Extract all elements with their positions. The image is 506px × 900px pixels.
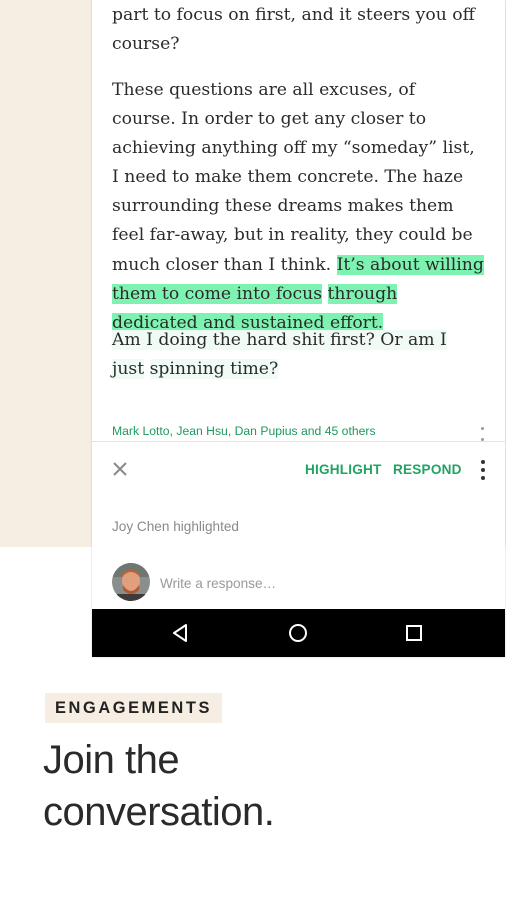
- highlight-button[interactable]: HIGHLIGHT: [305, 462, 382, 477]
- home-icon[interactable]: [288, 623, 308, 643]
- paragraph-2: These questions are all excuses, of cour…: [112, 76, 484, 338]
- phone-screen: part to focus on first, and it steers yo…: [92, 0, 505, 657]
- more-vertical-icon[interactable]: [478, 460, 488, 480]
- headline-line-1: Join the: [43, 738, 180, 782]
- android-navigation-bar: [92, 609, 505, 657]
- section-tag: ENGAGEMENTS: [45, 693, 223, 723]
- paragraph-1: part to focus on first, and it steers yo…: [112, 5, 475, 55]
- avatar[interactable]: [112, 563, 150, 601]
- paragraph-3-line-2: spinning time?: [149, 359, 279, 380]
- divider: [92, 441, 505, 442]
- response-bar: [92, 553, 505, 610]
- close-icon[interactable]: [109, 458, 131, 480]
- highlighted-by-label: Joy Chen highlighted: [112, 519, 239, 534]
- paragraph-3: Am I doing the hard shit first? Or am I …: [112, 326, 484, 384]
- promo-headline: Join the conversation.: [43, 734, 483, 838]
- recents-icon[interactable]: [404, 623, 424, 643]
- headline-line-2: conversation.: [43, 790, 275, 834]
- response-input[interactable]: [160, 574, 480, 592]
- more-vertical-icon[interactable]: [479, 427, 485, 441]
- highlight-likers-link[interactable]: Mark Lotto, Jean Hsu, Dan Pupius and 45 …: [112, 424, 376, 438]
- respond-button[interactable]: RESPOND: [393, 462, 462, 477]
- paragraph-2-text: These questions are all excuses, of cour…: [112, 80, 475, 275]
- back-icon[interactable]: [171, 623, 191, 643]
